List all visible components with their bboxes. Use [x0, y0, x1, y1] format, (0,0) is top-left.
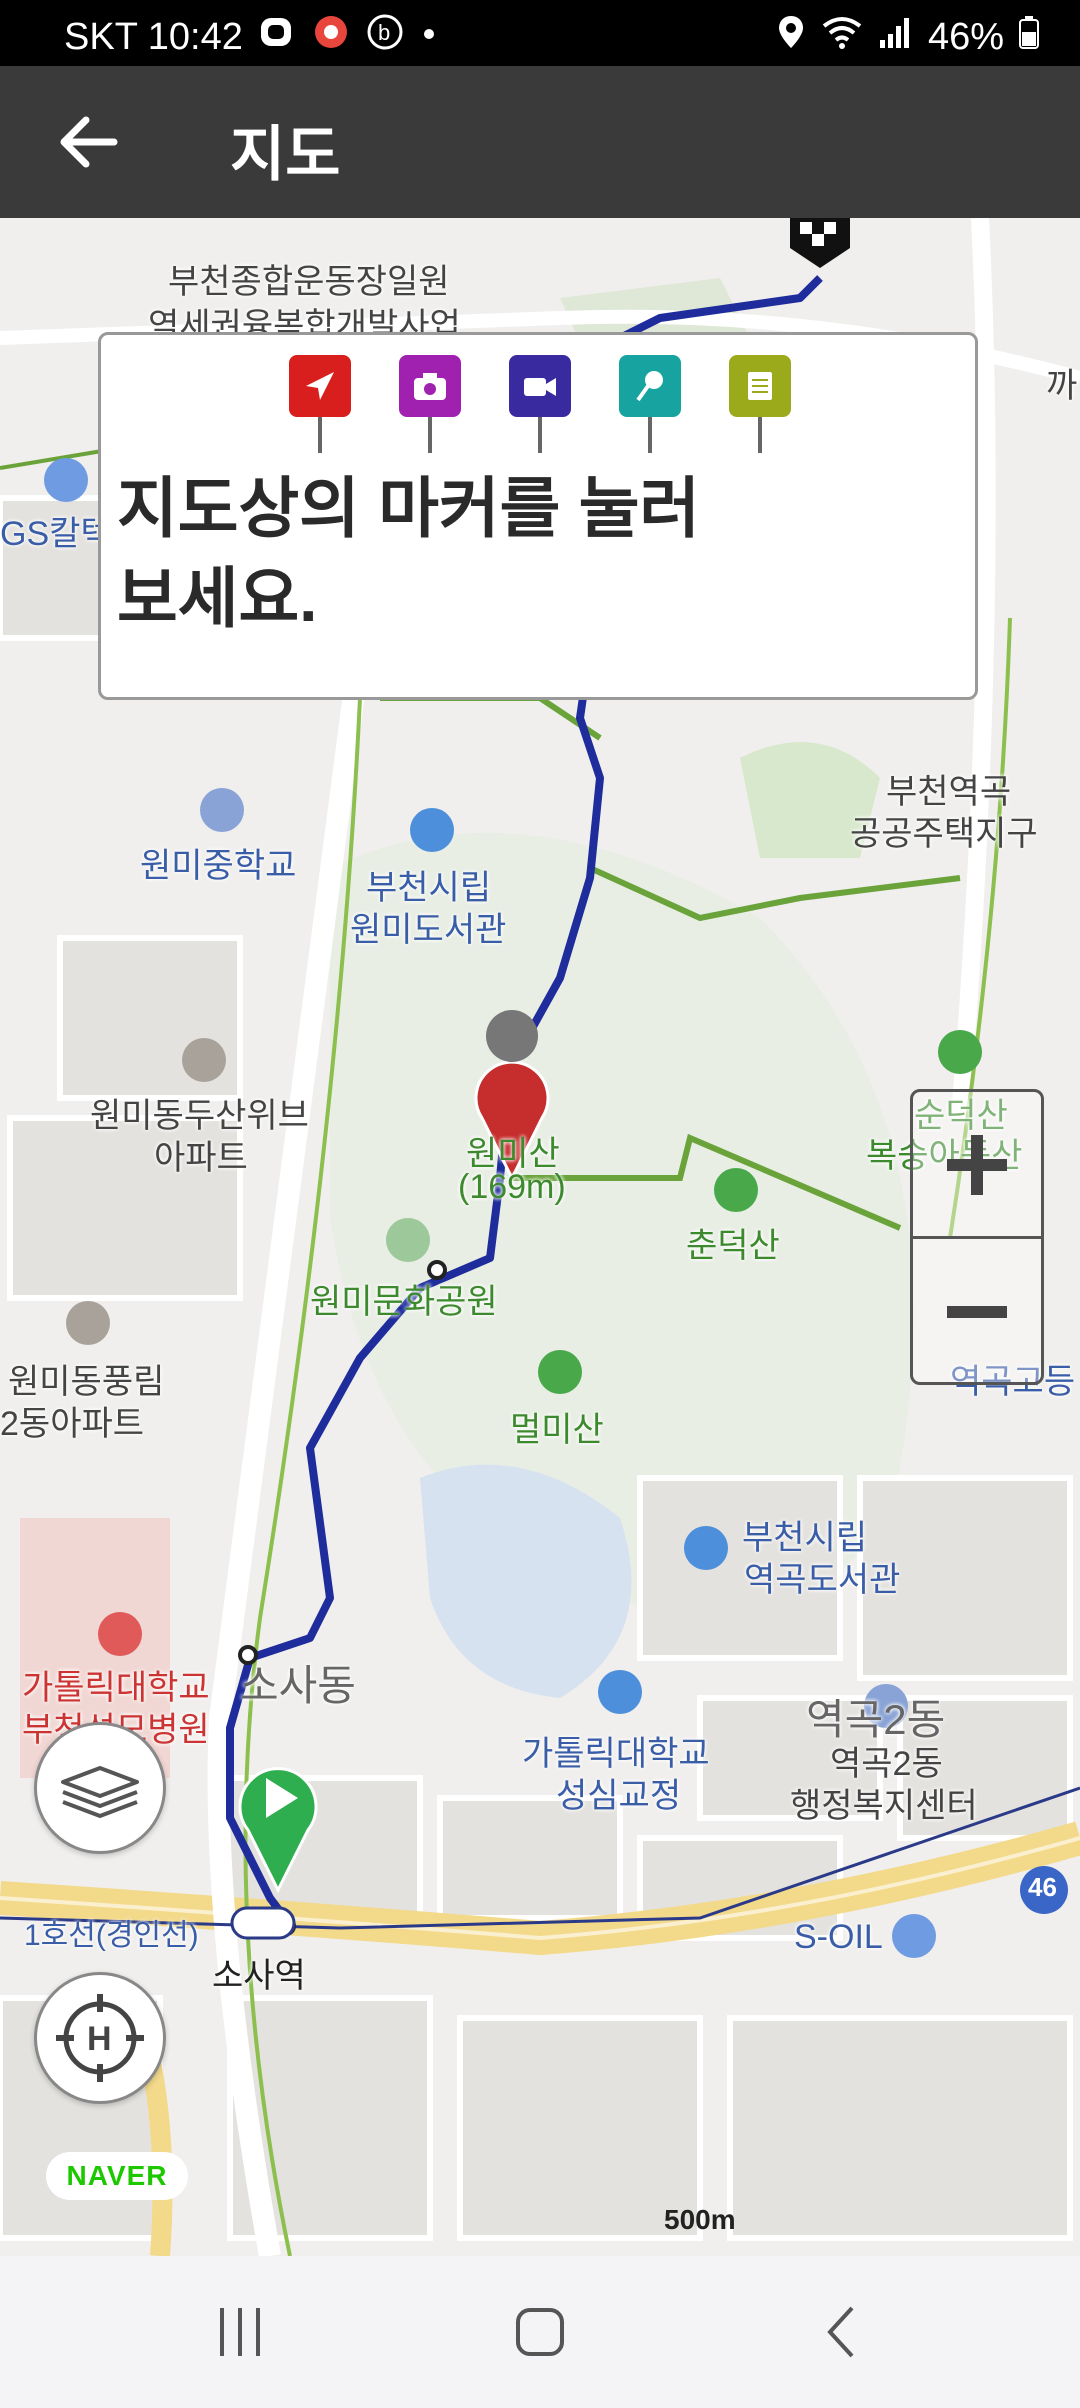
- status-time: SKT 10:42: [64, 15, 243, 58]
- map-label-wonmi-culture: 원미문화공원: [310, 1283, 498, 1321]
- map-label-wonmi-doosan-2: 아파트: [154, 1139, 248, 1177]
- map-label-chundeoksan: 춘덕산: [686, 1227, 780, 1265]
- map-scale-label: 500m: [664, 2204, 736, 2235]
- notification-app-icon-b: b: [365, 12, 405, 62]
- home-button[interactable]: [480, 2296, 600, 2368]
- map-label-meolmisan: 멀미산: [510, 1411, 604, 1449]
- memo-marker: [729, 355, 791, 455]
- audio-marker: [619, 355, 681, 455]
- back-arrow-icon: [60, 116, 118, 168]
- recent-apps-button[interactable]: [180, 2296, 300, 2368]
- map-label-station-district-2: 공공주택지구: [850, 815, 1038, 853]
- layers-button[interactable]: [34, 1722, 166, 1854]
- microphone-icon: [636, 371, 663, 402]
- map-label-wonmi-library: 원미도서관: [350, 911, 507, 949]
- battery-icon: [1018, 12, 1040, 62]
- home-icon: [516, 2308, 564, 2356]
- location-marker: [289, 355, 351, 455]
- video-marker: [509, 355, 571, 455]
- back-chevron-icon: [827, 2306, 854, 2358]
- plus-icon: [947, 1135, 1007, 1195]
- home-crosshair-icon: H: [56, 1994, 144, 2082]
- map-label-yeokgok2-center-2: 행정복지센터: [790, 1787, 978, 1825]
- marker-legend: [289, 355, 791, 455]
- notification-app-icon: [257, 12, 297, 62]
- zoom-in-button[interactable]: [913, 1092, 1041, 1238]
- memo-icon: [748, 372, 772, 400]
- location-arrow-icon: [306, 372, 334, 400]
- instruction-panel: 지도상의 마커를 눌러 보세요.: [98, 332, 978, 700]
- home-location-button[interactable]: H: [34, 1972, 166, 2104]
- map-label-sports-park: 부천종합운동장일원: [168, 263, 450, 301]
- instruction-text: 지도상의 마커를 눌러 보세요.: [117, 463, 957, 643]
- recent-apps-icon: [220, 2308, 260, 2356]
- map-label-catholic-campus-2: 성심교정: [556, 1777, 682, 1815]
- back-button[interactable]: [56, 114, 120, 170]
- location-icon: [776, 12, 806, 62]
- system-nav-bar: [0, 2256, 1080, 2408]
- map-label-wonmisan-height: (169m): [458, 1168, 566, 1206]
- map-label-kka: 까: [1046, 367, 1078, 405]
- map-label-wonmi-middle: 원미중학교: [140, 847, 297, 885]
- camera-icon: [414, 373, 446, 400]
- map-label-soil: S-OIL: [794, 1918, 883, 1956]
- layers-icon: [61, 1766, 139, 1818]
- photo-marker: [399, 355, 461, 455]
- map-label-sosa-station: 소사역: [212, 1957, 306, 1995]
- notification-dot-icon: [419, 12, 439, 62]
- instruction-line-1: 지도상의 마커를 눌러: [117, 471, 701, 545]
- back-nav-button[interactable]: [784, 2296, 904, 2368]
- video-icon: [524, 378, 556, 396]
- instruction-line-2: 보세요.: [117, 561, 318, 635]
- page-title: 지도: [230, 121, 341, 188]
- map-label-line1: 1호선(경인선): [24, 1919, 199, 1952]
- zoom-out-button[interactable]: [913, 1239, 1041, 1385]
- signal-icon: [878, 12, 914, 62]
- map-label-sosa-dong: 소사동: [240, 1662, 356, 1709]
- wifi-icon: [820, 12, 864, 62]
- status-bar: SKT 10:42 b 46%: [0, 0, 1080, 66]
- app-bar: 지도: [0, 66, 1080, 218]
- battery-percent: 46%: [927, 15, 1004, 58]
- minus-icon: [947, 1306, 1007, 1318]
- map-label-gs-caltex: GS칼텍: [0, 515, 112, 553]
- zoom-control: [910, 1089, 1044, 1385]
- map-label-wonmi-pungrim-2: 2동아파트: [0, 1405, 145, 1443]
- map-label-yeokgok-library-2: 역곡도서관: [744, 1561, 901, 1599]
- svg-text:H: H: [87, 2020, 112, 2058]
- notification-app-icon-red: [311, 12, 351, 62]
- svg-text:b: b: [378, 20, 390, 45]
- map-label-route-46: 46: [1028, 1872, 1057, 1902]
- naver-attribution: NAVER: [46, 2152, 188, 2200]
